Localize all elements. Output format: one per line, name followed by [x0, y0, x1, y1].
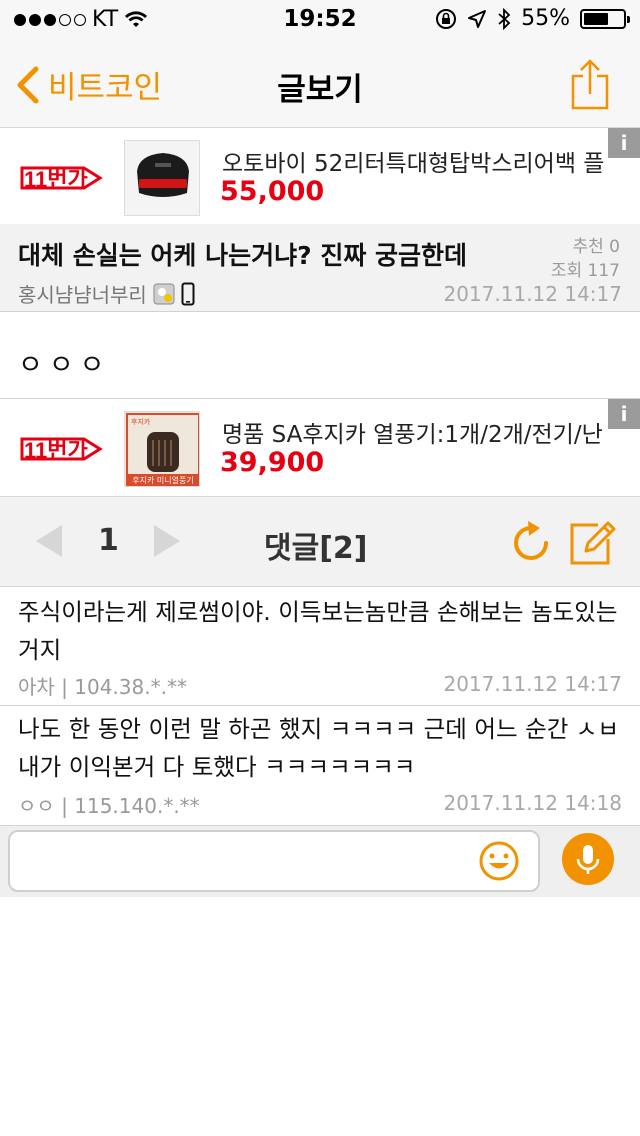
emoji-button[interactable] — [478, 840, 520, 886]
triangle-left-icon — [36, 525, 62, 557]
comment-date: 2017.11.12 14:17 — [443, 672, 622, 696]
thumb-tag: 후지카 — [131, 417, 151, 426]
orientation-lock-icon — [436, 8, 457, 29]
status-right: 55% — [435, 6, 630, 31]
ad-info-button[interactable]: i — [608, 399, 640, 429]
ad-product-name: 오토바이 52리터특대형탑박스리어백 플 — [222, 151, 605, 177]
share-button[interactable] — [570, 58, 610, 114]
ad-product-name: 명품 SA후지카 열풍기:1개/2개/전기/난 — [222, 422, 603, 448]
smiley-icon — [479, 841, 519, 881]
level-badge-icon — [153, 283, 175, 304]
logo-text: 11번가 — [24, 167, 88, 192]
next-page-button[interactable] — [152, 523, 182, 563]
comment-author: 아차 | 104.38.*.** — [18, 675, 187, 699]
comment-input-box — [8, 830, 540, 892]
page-number: 1 — [98, 523, 119, 558]
mobile-device-icon — [181, 282, 195, 305]
prev-page-button[interactable] — [34, 523, 64, 563]
post-date: 2017.11.12 14:17 — [443, 282, 622, 306]
product-thumbnail: 후지카 미니열풍기 후지카 — [124, 411, 200, 487]
triangle-right-icon — [154, 525, 180, 557]
comment-toolbar: 1 댓글[2] — [0, 497, 640, 587]
comment-date: 2017.11.12 14:18 — [443, 791, 622, 815]
ad-banner-1[interactable]: 11번가 오토바이 52리터특대형탑박스리어백 플 55,000 i — [0, 128, 640, 226]
battery-percent: 55% — [521, 6, 570, 31]
refresh-button[interactable] — [510, 519, 554, 569]
ad-banner-2[interactable]: 11번가 후지카 미니열풍기 후지카 명품 SA후지카 열풍기:1개/2개/전기… — [0, 399, 640, 497]
share-icon — [571, 59, 609, 110]
location-icon — [468, 9, 487, 28]
author-row[interactable]: 홍시냠냠너부리 — [18, 279, 195, 308]
bluetooth-icon — [498, 7, 511, 30]
comment-text: 주식이라는게 제로썸이야. 이득보는놈만큼 손해보는 놈도있는거지 — [18, 598, 618, 664]
post-header: 대체 손실는 어케 나는거냐? 진짜 궁금한데 추천 0 조회 117 홍시냠냠… — [0, 224, 640, 312]
status-bar: KT 19:52 55% — [0, 0, 640, 40]
11st-logo: 11번가 — [20, 162, 104, 198]
comment-author: ㅇㅇ | 115.140.*.** — [18, 794, 200, 818]
logo-text: 11번가 — [24, 438, 88, 463]
comment-item[interactable]: 나도 한 동안 이런 말 하곤 했지 ㅋㅋㅋㅋ 근데 어느 순간 ㅅㅂ 내가 이… — [0, 706, 640, 824]
nav-bar: 비트코인 글보기 — [0, 40, 640, 128]
battery-icon — [580, 8, 630, 29]
view-count: 조회 117 — [550, 261, 620, 281]
refresh-icon — [514, 521, 548, 560]
recommend-count: 추천 0 — [572, 237, 621, 257]
microphone-icon — [576, 845, 600, 874]
ad-product-price: 55,000 — [220, 176, 325, 207]
comment-input-bar — [0, 825, 640, 897]
11st-logo: 11번가 — [20, 433, 104, 469]
comment-text: 나도 한 동안 이런 말 하곤 했지 ㅋㅋㅋㅋ 근데 어느 순간 ㅅㅂ 내가 이… — [18, 715, 620, 781]
page-title: 글보기 — [277, 72, 363, 108]
thumb-caption: 후지카 미니열풍기 — [132, 475, 193, 485]
post-body: ㅇㅇㅇ — [18, 350, 111, 381]
comment-item[interactable]: 주식이라는게 제로썸이야. 이득보는놈만큼 손해보는 놈도있는거지 아차 | 1… — [0, 587, 640, 705]
author-name[interactable]: 홍시냠냠너부리 — [18, 279, 147, 308]
comment-count-title: 댓글[2] — [264, 531, 368, 566]
comment-input[interactable] — [20, 842, 470, 882]
product-thumbnail — [124, 140, 200, 216]
post-title: 대체 손실는 어케 나는거냐? 진짜 궁금한데 — [18, 241, 468, 270]
compose-icon — [570, 521, 616, 565]
write-comment-button[interactable] — [568, 517, 618, 571]
ad-product-price: 39,900 — [220, 447, 325, 478]
ad-info-button[interactable]: i — [608, 128, 640, 158]
voice-input-button[interactable] — [562, 833, 614, 885]
